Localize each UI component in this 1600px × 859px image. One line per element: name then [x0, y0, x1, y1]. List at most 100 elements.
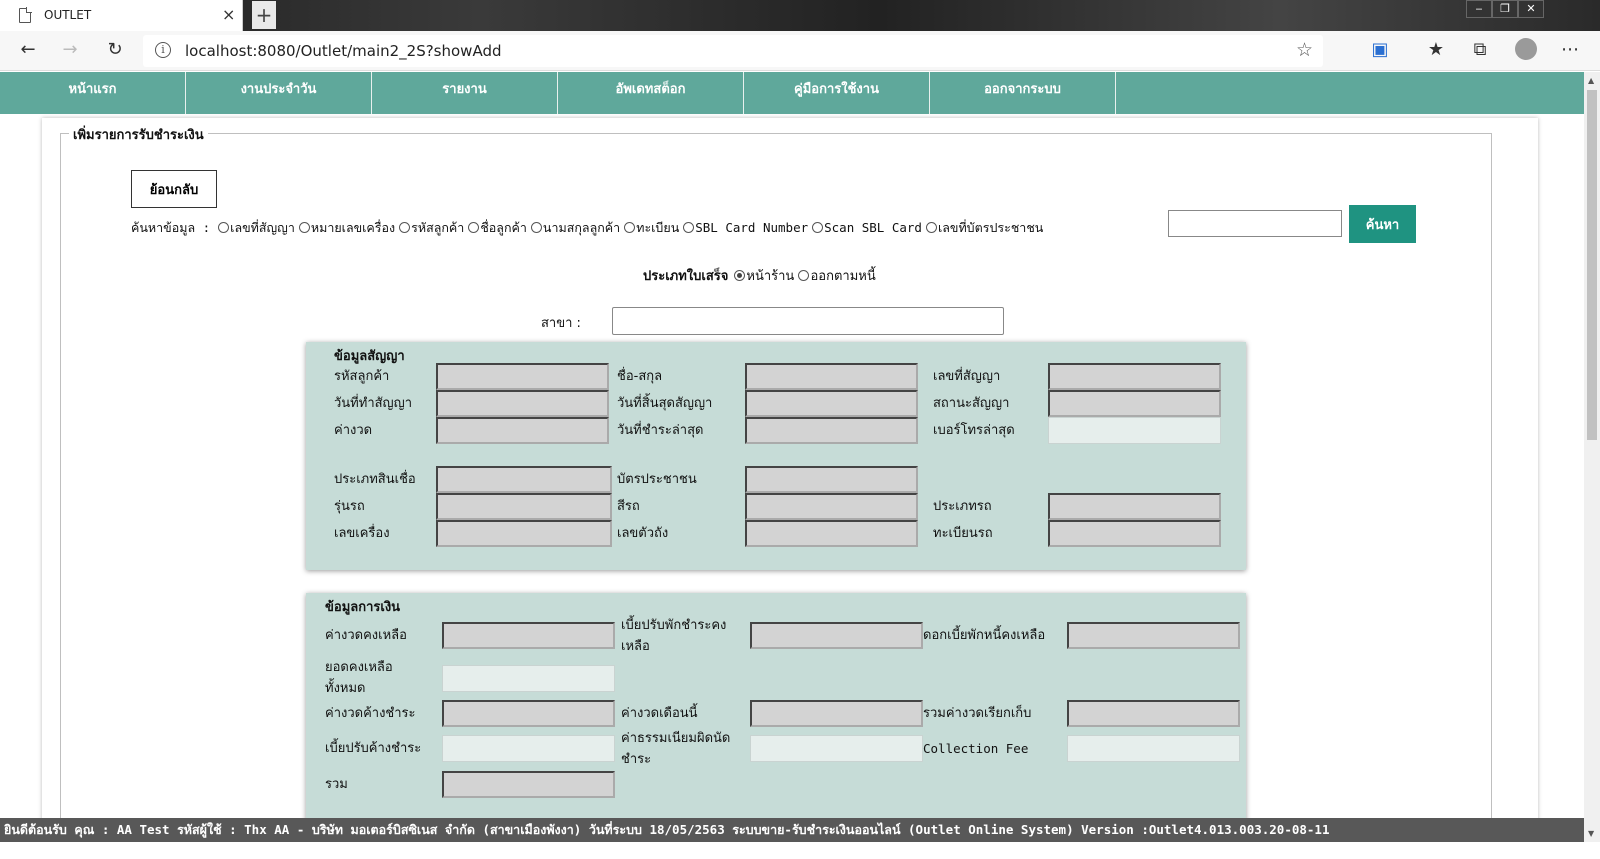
search-option-sbl-card-number[interactable]: SBL Card Number — [683, 220, 808, 235]
minimize-button[interactable]: ‒ — [1466, 0, 1492, 18]
page-content: เพิ่มรายการรับชำระเงิน ย้อนกลับ ค้นหาข้อ… — [42, 118, 1538, 853]
search-option-customer-code[interactable]: รหัสลูกค้า — [399, 220, 464, 235]
search-button[interactable]: ค้นหา — [1349, 205, 1416, 243]
receipt-type-label: ประเภทใบเสร็จ — [643, 269, 729, 284]
search-option-plate[interactable]: ทะเบียน — [624, 220, 679, 235]
search-option-customer-surname[interactable]: นามสกุลลูกค้า — [530, 220, 620, 235]
radio-icon[interactable] — [624, 222, 636, 233]
radio-icon[interactable] — [798, 270, 810, 281]
search-option-scan-sbl-card[interactable]: Scan SBL Card — [812, 220, 922, 235]
field-contract-status[interactable] — [1048, 390, 1221, 417]
search-label: ค้นหาข้อมูล : — [131, 220, 211, 235]
field-total[interactable] — [442, 771, 615, 798]
field-plate-no[interactable] — [1048, 520, 1221, 547]
search-option-contract-no[interactable]: เลขที่สัญญา — [218, 220, 295, 235]
branch-input[interactable] — [612, 307, 1004, 335]
collections-icon[interactable]: ⧉ — [1468, 39, 1492, 60]
label-total-collect: รวมค่างวดเรียกเก็บ — [923, 706, 1032, 721]
nav-report[interactable]: รายงาน — [372, 72, 558, 114]
nav-manual[interactable]: คู่มือการใช้งาน — [744, 72, 930, 114]
field-this-month-installment[interactable] — [750, 700, 923, 727]
search-option-id-card[interactable]: เลขที่บัตรประชาชน — [925, 220, 1043, 235]
field-last-paid[interactable] — [745, 417, 918, 444]
profile-icon[interactable] — [1515, 38, 1537, 60]
radio-icon[interactable] — [530, 222, 542, 233]
field-remaining-installment[interactable] — [442, 622, 615, 649]
radio-icon[interactable] — [683, 222, 695, 233]
field-vehicle-type[interactable] — [1048, 493, 1221, 520]
close-window-button[interactable]: ✕ — [1518, 0, 1544, 18]
scroll-up-icon[interactable]: ▲ — [1588, 76, 1594, 85]
radio-icon[interactable] — [468, 222, 480, 233]
search-option-engine-no[interactable]: หมายเลขเครื่อง — [298, 220, 395, 235]
label-last-phone: เบอร์โทรล่าสุด — [933, 423, 1015, 438]
field-contract-no[interactable] — [1048, 363, 1221, 390]
nav-home[interactable]: หน้าแรก — [0, 72, 186, 114]
back-icon[interactable]: ← — [16, 39, 40, 60]
field-customer-code[interactable] — [436, 363, 609, 390]
receipt-option-storefront[interactable]: หน้าร้าน — [734, 269, 794, 284]
field-collection-fee[interactable] — [1067, 735, 1240, 762]
reading-icon[interactable]: ▣ — [1368, 39, 1392, 60]
receipt-option-collection[interactable]: ออกตามหนี้ — [798, 269, 876, 284]
scroll-down-icon[interactable]: ▼ — [1588, 829, 1594, 838]
field-contract-date[interactable] — [436, 390, 609, 417]
browser-tab[interactable]: OUTLET × — [0, 0, 243, 31]
close-tab-icon[interactable]: × — [222, 5, 235, 24]
field-model[interactable] — [436, 493, 612, 520]
field-installment[interactable] — [436, 417, 609, 444]
label-credit-type: ประเภทสินเชื่อ — [334, 472, 416, 487]
field-id-card[interactable] — [745, 466, 918, 493]
field-remaining-penalty[interactable] — [750, 622, 923, 649]
radio-selected-icon[interactable] — [734, 270, 746, 281]
nav-logout[interactable]: ออกจากระบบ — [930, 72, 1116, 114]
radio-icon[interactable] — [399, 222, 411, 233]
field-color[interactable] — [745, 493, 918, 520]
field-full-name[interactable] — [745, 363, 918, 390]
field-last-phone[interactable] — [1048, 417, 1221, 444]
restore-button[interactable]: ❐ — [1492, 0, 1518, 18]
label-vehicle-type: ประเภทรถ — [933, 499, 992, 514]
field-overdue-installment[interactable] — [442, 700, 615, 727]
label-id-card: บัตรประชาชน — [617, 472, 697, 487]
field-contract-end[interactable] — [745, 390, 918, 417]
search-input[interactable] — [1168, 210, 1342, 237]
radio-icon[interactable] — [925, 222, 937, 233]
label-total: รวม — [325, 777, 348, 792]
radio-icon[interactable] — [218, 222, 230, 233]
favorites-icon[interactable]: ★ — [1424, 39, 1448, 60]
radio-icon[interactable] — [812, 222, 824, 233]
field-late-fee[interactable] — [750, 735, 923, 762]
more-icon[interactable]: ⋯ — [1558, 39, 1582, 60]
url-text[interactable]: localhost:8080/Outlet/main2_2S?showAdd — [185, 42, 502, 60]
nav-update-stock[interactable]: อัพเดทสต็อก — [558, 72, 744, 114]
scroll-thumb[interactable] — [1587, 90, 1597, 440]
browser-toolbar: ← → ↻ i localhost:8080/Outlet/main2_2S?s… — [0, 31, 1600, 71]
label-chassis-no: เลขตัวถัง — [617, 526, 669, 541]
contract-panel-title: ข้อมูลสัญญา — [334, 349, 405, 364]
option-label: ชื่อลูกค้า — [480, 220, 527, 235]
page-scrollbar[interactable]: ▲ ▼ — [1584, 72, 1600, 842]
favorite-star-icon[interactable]: ☆ — [1296, 39, 1313, 61]
bottom-strip — [0, 842, 1600, 859]
receipt-type: ประเภทใบเสร็จ หน้าร้าน ออกตามหนี้ — [643, 265, 876, 286]
back-button[interactable]: ย้อนกลับ — [131, 170, 217, 208]
radio-icon[interactable] — [298, 222, 310, 233]
field-chassis-no[interactable] — [745, 520, 918, 547]
address-bar[interactable]: i localhost:8080/Outlet/main2_2S?showAdd… — [143, 35, 1323, 67]
reload-icon[interactable]: ↻ — [103, 39, 127, 60]
field-overdue-penalty[interactable] — [442, 735, 615, 762]
info-icon[interactable]: i — [155, 42, 171, 58]
search-option-customer-name[interactable]: ชื่อลูกค้า — [468, 220, 527, 235]
nav-daily-work[interactable]: งานประจำวัน — [186, 72, 372, 114]
field-total-collect[interactable] — [1067, 700, 1240, 727]
field-engine-no[interactable] — [436, 520, 612, 547]
label-this-month-installment: ค่างวดเดือนนี้ — [621, 706, 698, 721]
new-tab-button[interactable]: + — [252, 1, 276, 29]
label-overdue-installment: ค่างวดค้างชำระ — [325, 706, 416, 721]
field-total-remaining[interactable] — [442, 665, 615, 692]
field-remaining-interest[interactable] — [1067, 622, 1240, 649]
main-nav: หน้าแรก งานประจำวัน รายงาน อัพเดทสต็อก ค… — [0, 72, 1584, 114]
forward-icon[interactable]: → — [58, 39, 82, 60]
field-credit-type[interactable] — [436, 466, 612, 493]
